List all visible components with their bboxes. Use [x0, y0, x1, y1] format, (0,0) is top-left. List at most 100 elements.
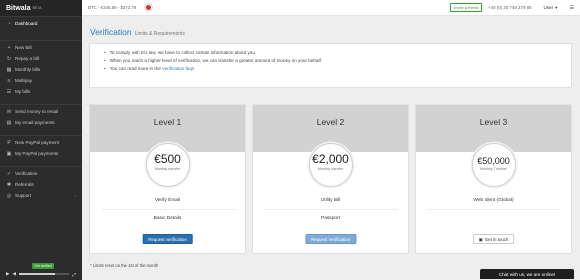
chevron-left-icon: ‹	[74, 193, 76, 198]
limit-amount: €2,000	[312, 152, 349, 166]
verification-levels: Level 1 €500 Monthly transfer Verify Ema…	[89, 104, 572, 254]
sidebar-item-label: Referrals	[15, 182, 34, 187]
limit-period: Monthly transfer	[317, 167, 344, 171]
nav-group-bills: + New Bill ↻ Repay a bill ▦ Monthly bill…	[0, 40, 82, 98]
envelope-icon: ✉	[6, 108, 12, 115]
topbar: BTC - €345.88 - $372.79 Invite a friend …	[82, 0, 580, 16]
sidebar-item-support[interactable]: ◎ Support ‹	[0, 190, 82, 201]
user-label: User	[543, 5, 554, 10]
requirement: Utility Bill	[320, 198, 341, 203]
sidebar-item-referrals[interactable]: ✱ Referrals	[0, 179, 82, 190]
sidebar-item-label: Verification	[15, 171, 38, 176]
sidebar-item-label: Monthly bills	[15, 67, 41, 72]
verification-faqs-link[interactable]: verification faqs	[162, 65, 194, 73]
level-card-1: Level 1 €500 Monthly transfer Verify Ema…	[89, 104, 246, 254]
limit-circle: €2,000 Monthly transfer	[308, 143, 353, 187]
brand-logo[interactable]: Bitwala BETA	[0, 0, 82, 16]
chat-icon: ▣	[478, 237, 483, 242]
sidebar-item-repay-bill[interactable]: ↻ Repay a bill	[0, 53, 82, 64]
level-card-3: Level 3 €50,000 Monthly Transfer Web Ide…	[415, 104, 572, 254]
level-card-2: Level 2 €2,000 Monthly transfer Utility …	[252, 104, 409, 254]
play-icon[interactable]: ▶	[6, 271, 9, 277]
sidebar-item-label: Send money to email	[15, 109, 59, 114]
sidebar-footer: Get verified ▶ ◀ ⤢	[0, 263, 82, 280]
language-flag-icon[interactable]	[145, 4, 153, 11]
wallet-icon: ▣	[6, 150, 12, 157]
limit-amount: €500	[154, 152, 181, 166]
info-list: To comply with EU law, we have to collec…	[104, 49, 571, 73]
btc-ticker: BTC - €345.88 - $372.79	[88, 4, 153, 11]
page-heading: Verification Limits & Requirements	[90, 27, 185, 37]
sidebar-item-new-bill[interactable]: + New Bill	[0, 42, 82, 53]
divider	[102, 209, 235, 210]
limits-footnote: * Limits reset on the 1st of the month	[90, 263, 159, 268]
requirement: Basic Details	[153, 216, 182, 221]
media-player: ▶ ◀ ⤢	[6, 271, 76, 277]
request-verification-button[interactable]: Request Verification	[304, 234, 357, 244]
caret-down-icon: ▾	[555, 4, 558, 10]
inbox-icon: ▤	[6, 119, 12, 126]
brand-name: Bitwala	[6, 4, 31, 12]
requirement: Passport	[321, 216, 340, 221]
topbar-right: Invite a friend +49 (0) 30 749 279 85 Us…	[450, 3, 574, 12]
sidebar-item-label: My email payments	[15, 120, 55, 125]
sidebar-item-paypal-payments[interactable]: ▣ My PayPal payments	[0, 148, 82, 159]
sidebar-item-label: Repay a bill	[15, 56, 40, 61]
check-icon: ✓	[6, 170, 12, 177]
limit-circle: €500 Monthly transfer	[145, 143, 190, 187]
sidebar-item-label: My PayPal payments	[15, 151, 59, 156]
plus-icon: +	[7, 44, 11, 51]
sidebar-item-label: Support	[15, 193, 32, 198]
calendar-icon: ▦	[6, 66, 12, 73]
sidebar-item-verification[interactable]: ✓ Verification	[0, 168, 82, 179]
get-verified-badge[interactable]: Get verified	[32, 263, 54, 269]
progress-fill	[18, 273, 56, 275]
limit-circle: €50,000 Monthly Transfer	[471, 143, 516, 187]
menu-icon[interactable]: ☰	[570, 5, 574, 11]
limit-amount: €50,000	[477, 156, 510, 166]
btc-price: BTC - €345.88 - $372.79	[88, 5, 137, 10]
info-box: To comply with EU law, we have to collec…	[89, 43, 572, 88]
divider	[265, 209, 398, 210]
level-title: Level 1	[153, 117, 182, 127]
phone-number: +49 (0) 30 749 279 85	[488, 5, 532, 10]
user-menu[interactable]: User ▾	[544, 5, 558, 11]
requirement: Web Ident (Global)	[473, 198, 514, 203]
nav-group-account: ✓ Verification ✱ Referrals ◎ Support ‹	[0, 166, 82, 202]
sidebar-item-label: Multipay	[15, 78, 33, 83]
nav-group-paypal: P New PayPal payment ▣ My PayPal payment…	[0, 135, 82, 160]
progress-slider[interactable]	[18, 273, 70, 275]
get-in-touch-button[interactable]: ▣ Get in touch	[472, 234, 515, 244]
fullscreen-icon[interactable]: ⤢	[72, 272, 76, 277]
sidebar-item-label: My bills	[15, 89, 31, 94]
live-chat-button[interactable]: Chat with us, we are online!	[480, 269, 574, 279]
sidebar-item-send-email[interactable]: ✉ Send money to email	[0, 106, 82, 117]
list-icon: ☰	[6, 88, 12, 95]
sidebar-item-monthly-bills[interactable]: ▦ Monthly bills	[0, 64, 82, 75]
sidebar-item-label: New PayPal payment	[15, 140, 59, 145]
requirement: Verify Email	[154, 198, 181, 203]
gift-icon: ✱	[6, 181, 12, 188]
volume-icon[interactable]: ◀	[12, 271, 15, 277]
page-title: Verification	[90, 27, 132, 37]
list-item: When you reach a higher level of verific…	[104, 57, 571, 65]
sidebar-item-my-bills[interactable]: ☰ My bills	[0, 86, 82, 97]
sidebar-item-email-payments[interactable]: ▤ My email payments	[0, 117, 82, 128]
sidebar-item-new-paypal[interactable]: P New PayPal payment	[0, 137, 82, 148]
page-subtitle: Limits & Requirements	[134, 31, 185, 37]
request-verification-button[interactable]: Request verification	[142, 234, 193, 244]
beta-badge: BETA	[32, 6, 42, 10]
divider	[428, 209, 561, 210]
nav-group-dashboard: ◔ Dashboard	[0, 16, 82, 30]
invite-friend-button[interactable]: Invite a friend	[450, 3, 483, 12]
sidebar-item-dashboard[interactable]: ◔ Dashboard	[0, 18, 82, 29]
sidebar-item-multipay[interactable]: ≡ Multipay	[0, 75, 82, 86]
limit-period: Monthly transfer	[154, 167, 181, 171]
get-in-touch-label: Get in touch	[484, 237, 509, 242]
nav-group-email: ✉ Send money to email ▤ My email payment…	[0, 104, 82, 129]
layers-icon: ≡	[7, 77, 11, 84]
list-item: To comply with EU law, we have to collec…	[104, 49, 571, 57]
limit-period: Monthly Transfer	[480, 167, 507, 171]
paypal-icon: P	[7, 139, 11, 146]
refresh-icon: ↻	[6, 55, 12, 62]
